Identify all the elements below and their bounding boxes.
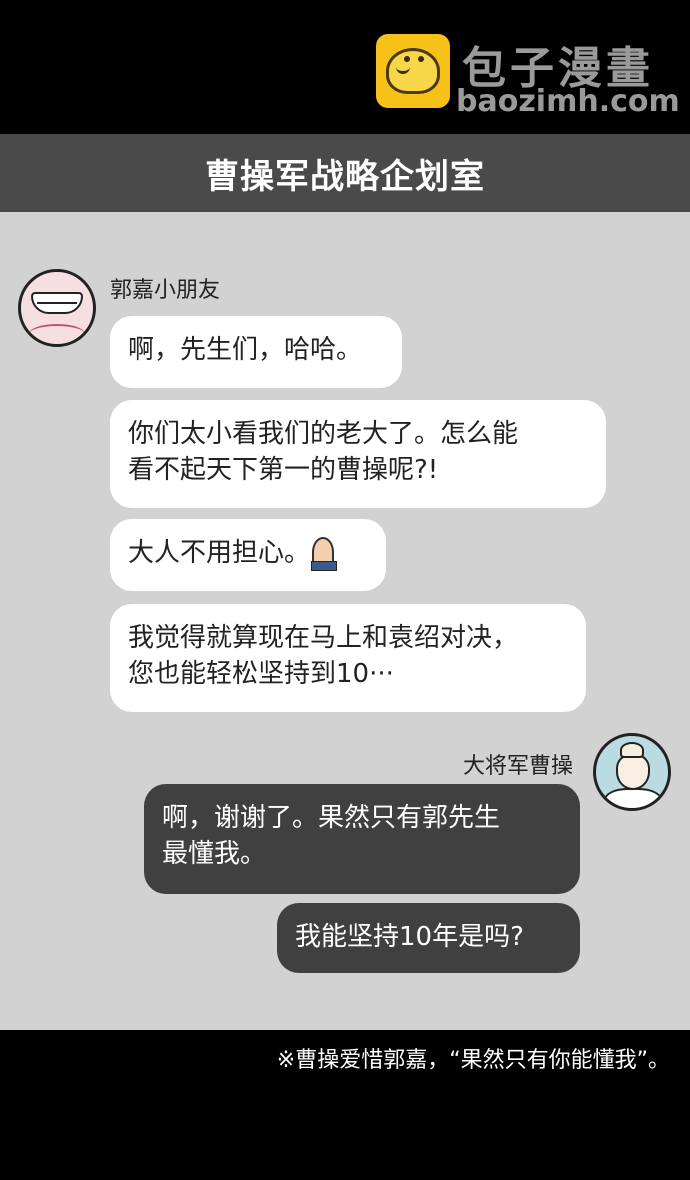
footnote: ※曹操爱惜郭嘉，“果然只有你能懂我”。: [276, 1048, 670, 1073]
sender-name-right: 大将军曹操: [462, 754, 573, 779]
message-bubble: 你们太小看我们的老大了。怎么能 看不起天下第一的曹操呢?!: [110, 400, 606, 508]
sender-name-left: 郭嘉小朋友: [110, 278, 221, 303]
message-bubble: 啊，谢谢了。果然只有郭先生 最懂我。: [144, 784, 580, 894]
chat-header-title: 曹操军战略企划室: [0, 134, 690, 212]
logo-url-text: baozimh.com: [456, 84, 680, 119]
message-bubble: 我能坚持10年是吗?: [277, 903, 580, 973]
steamed-bun-logo-icon: [376, 34, 450, 108]
message-text: 大人不用担心。: [128, 538, 311, 568]
message-bubble: 大人不用担心。: [110, 519, 386, 591]
message-bubble: 我觉得就算现在马上和袁绍对决， 您也能轻松坚持到10···: [110, 604, 586, 712]
chat-area: 郭嘉小朋友 啊，先生们，哈哈。 你们太小看我们的老大了。怎么能 看不起天下第一的…: [0, 212, 690, 1030]
guojia-avatar[interactable]: [18, 269, 96, 347]
caocao-avatar[interactable]: [593, 733, 671, 811]
watermark-band: 包子漫畫 baozimh.com: [0, 0, 690, 134]
site-logo: 包子漫畫 baozimh.com: [376, 34, 680, 119]
message-bubble: 啊，先生们，哈哈。: [110, 316, 402, 388]
praying-hands-icon: [311, 537, 338, 571]
